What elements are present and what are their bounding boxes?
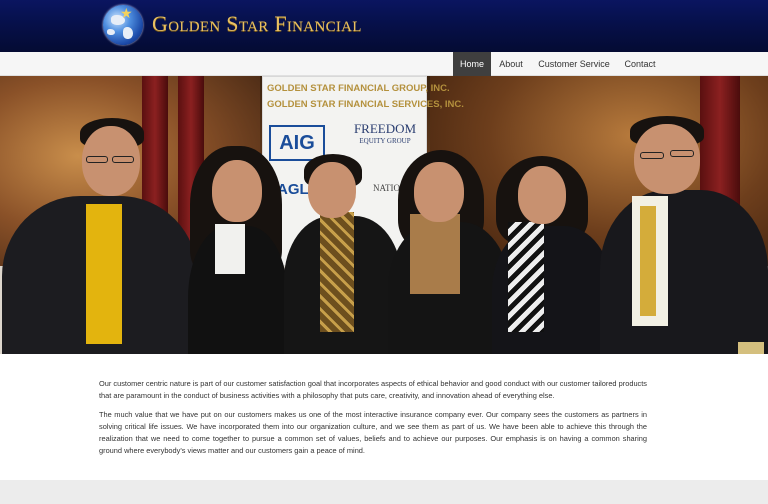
freedom-equity-logo: FREEDOM EQUITY GROUP <box>345 121 425 147</box>
intro-paragraph: Our customer centric nature is part of o… <box>99 379 647 400</box>
site-header: ★ Golden Star Financial <box>0 0 768 52</box>
nav-customer-service[interactable]: Customer Service <box>533 52 615 76</box>
banner-line-1: GOLDEN STAR FINANCIAL GROUP, INC. <box>267 83 450 94</box>
star-icon: ★ <box>120 6 133 22</box>
main-content: Our customer centric nature is part of o… <box>0 354 768 480</box>
nav-home[interactable]: Home <box>453 52 491 76</box>
banner-line-2: GOLDEN STAR FINANCIAL SERVICES, INC. <box>267 99 464 110</box>
nav-contact[interactable]: Contact <box>619 52 661 76</box>
freedom-logo-main: FREEDOM <box>353 121 417 136</box>
main-nav: Home About Customer Service Contact <box>0 52 768 76</box>
aig-logo: AIG <box>269 125 325 161</box>
nav-about[interactable]: About <box>494 52 528 76</box>
hero-photo: GOLDEN STAR FINANCIAL GROUP, INC. GOLDEN… <box>0 76 768 354</box>
brand-name[interactable]: Golden Star Financial <box>152 11 362 37</box>
freedom-logo-sub: EQUITY GROUP <box>359 137 411 145</box>
page-footer <box>0 480 768 504</box>
values-paragraph: The much value that we have put on our c… <box>99 410 647 455</box>
